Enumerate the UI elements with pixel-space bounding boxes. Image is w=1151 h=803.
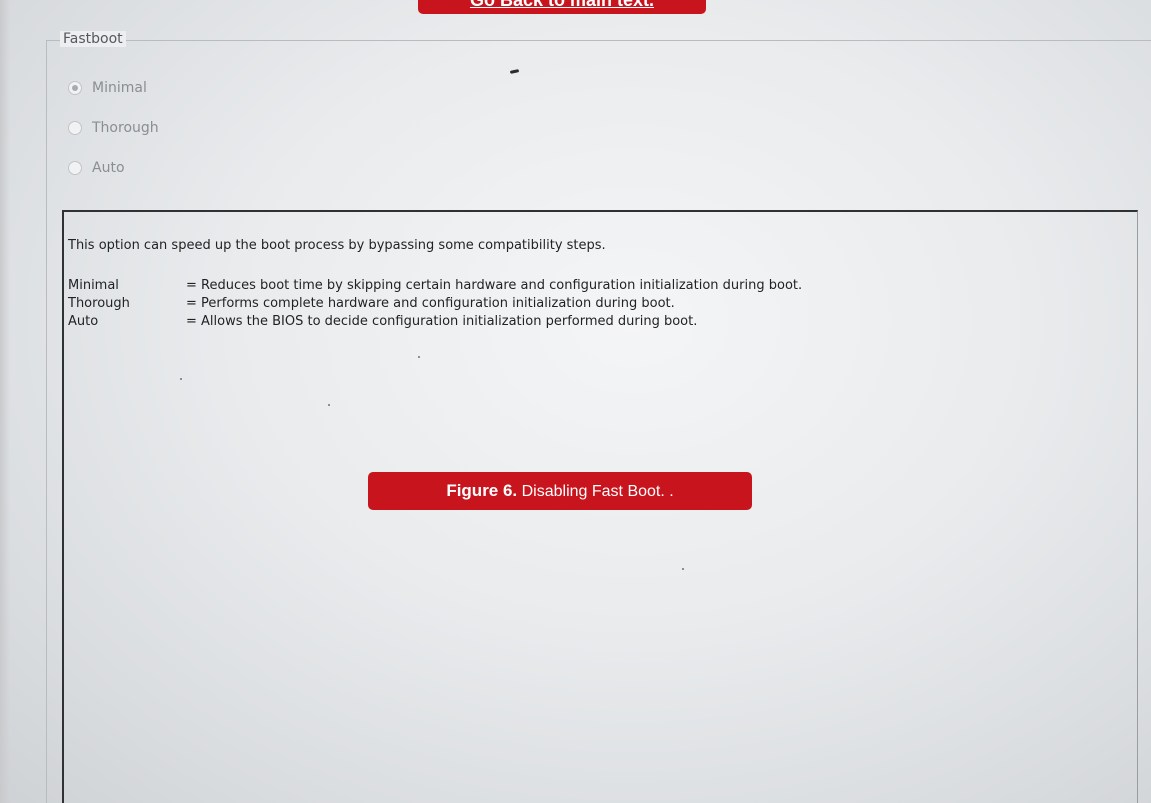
- radio-unselected-icon[interactable]: [68, 161, 82, 175]
- fastboot-option-label: Thorough: [92, 120, 159, 136]
- radio-unselected-icon[interactable]: [68, 121, 82, 135]
- screen-speck: [180, 378, 182, 380]
- fastboot-option-thorough[interactable]: Thorough: [68, 120, 159, 136]
- help-desc-thorough: = Performs complete hardware and configu…: [186, 296, 675, 311]
- figure-caption-text: Disabling Fast Boot. .: [517, 483, 674, 500]
- fastboot-option-label: Auto: [92, 160, 125, 176]
- radio-selected-icon[interactable]: [68, 81, 82, 95]
- fastboot-option-label: Minimal: [92, 80, 147, 96]
- help-term-minimal: Minimal: [68, 278, 119, 293]
- figure-caption: Figure 6. Disabling Fast Boot. .: [368, 472, 752, 510]
- help-intro-text: This option can speed up the boot proces…: [68, 238, 606, 253]
- screen-edge: [0, 0, 10, 803]
- figure-caption-label: Figure 6.: [446, 481, 518, 500]
- screen-speck: [418, 356, 420, 358]
- back-to-main-text-link[interactable]: Go Back to main text.: [418, 0, 706, 14]
- help-desc-auto: = Allows the BIOS to decide configuratio…: [186, 314, 698, 329]
- fastboot-group-title: Fastboot: [60, 31, 126, 47]
- help-term-thorough: Thorough: [68, 296, 130, 311]
- screen-speck: [682, 568, 684, 570]
- fastboot-option-auto[interactable]: Auto: [68, 160, 125, 176]
- screen-speck: [328, 404, 330, 406]
- help-term-auto: Auto: [68, 314, 99, 329]
- fastboot-option-minimal[interactable]: Minimal: [68, 80, 147, 96]
- help-desc-minimal: = Reduces boot time by skipping certain …: [186, 278, 803, 293]
